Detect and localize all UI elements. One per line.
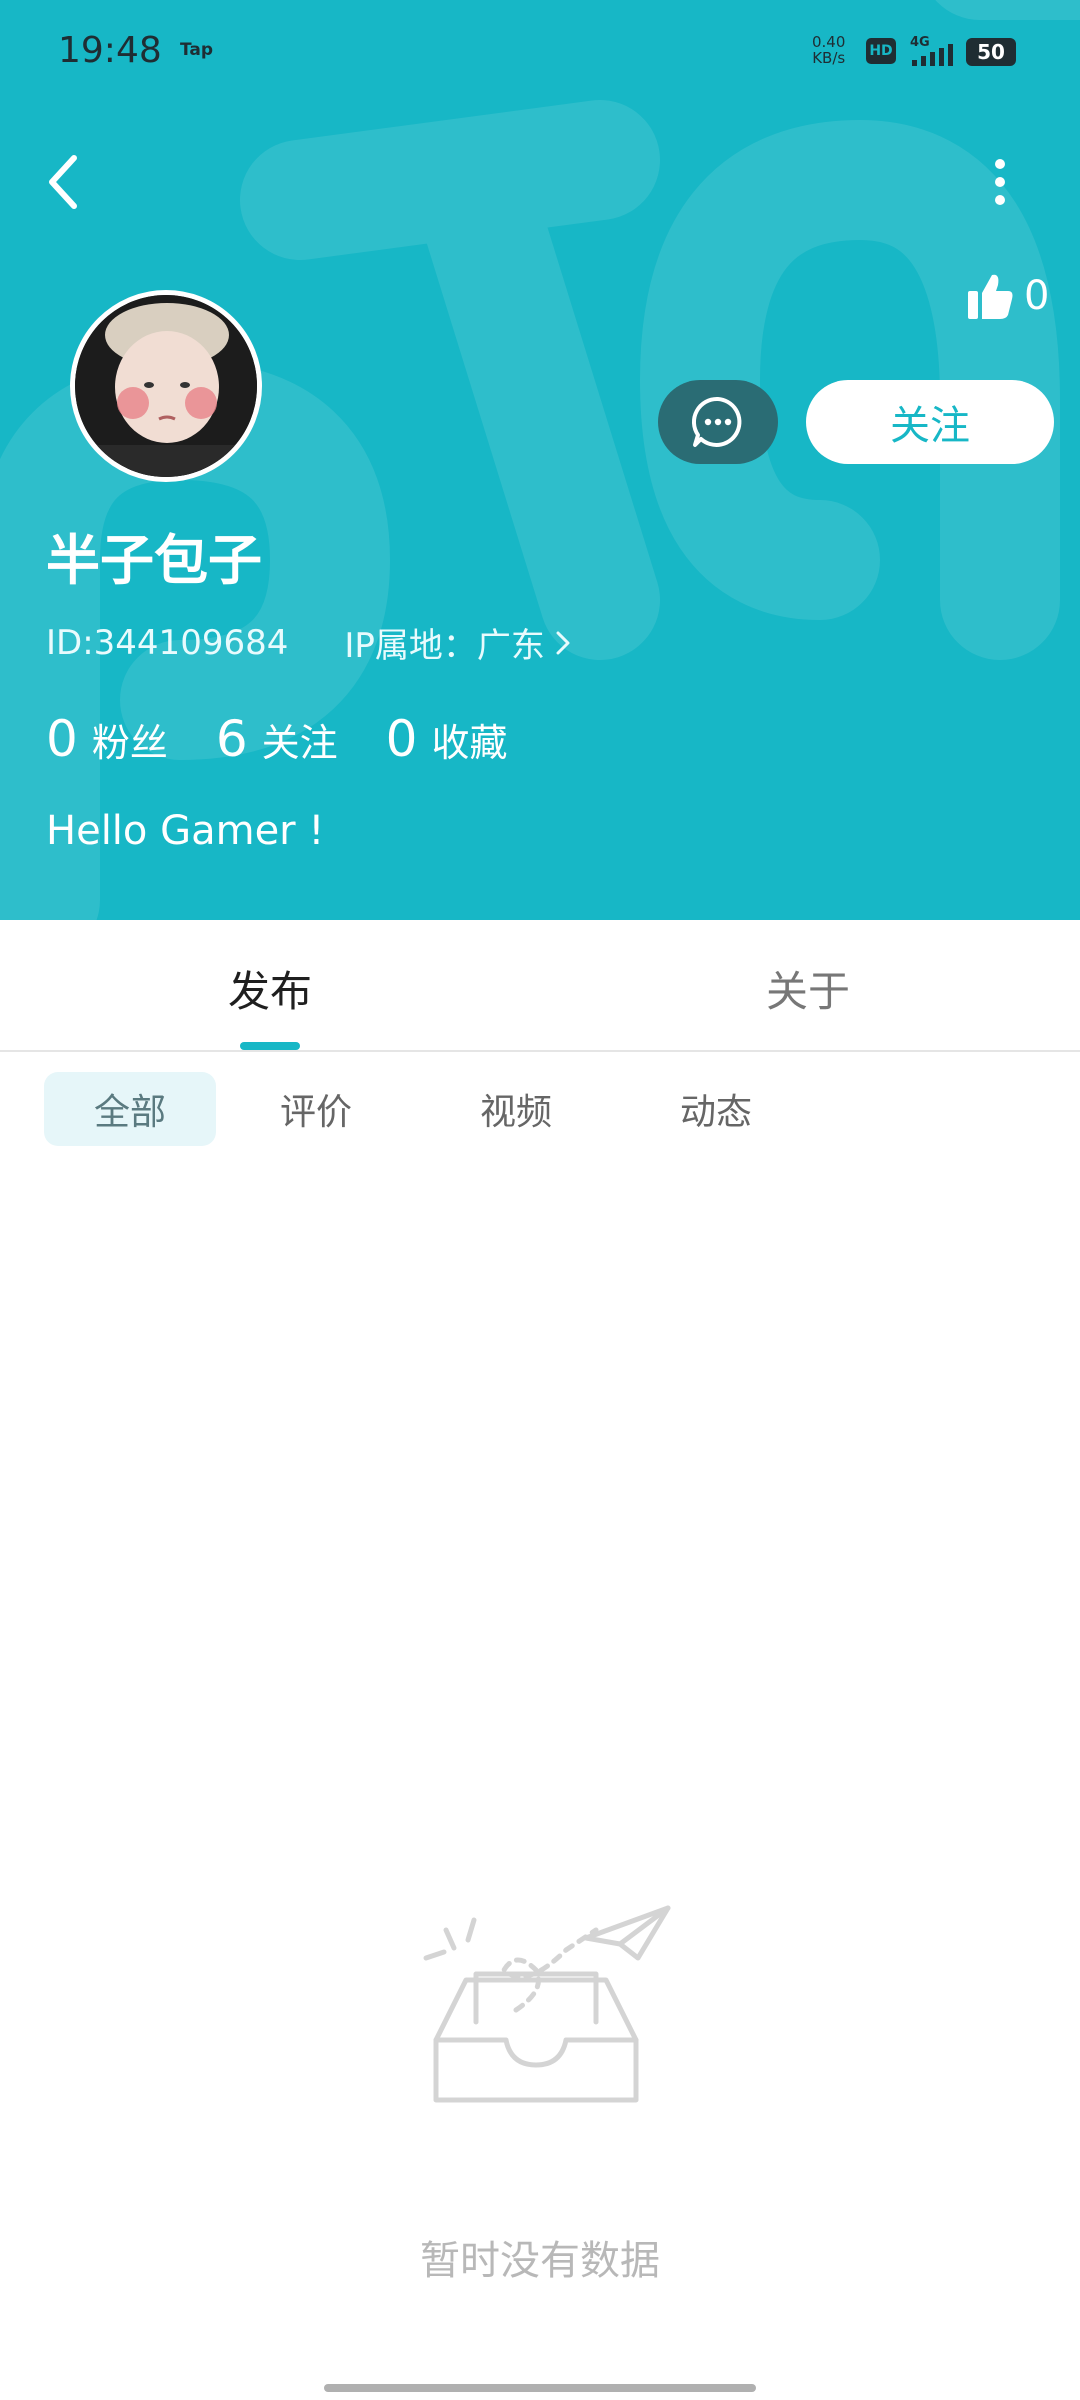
status-bar: 19:48 Tap 0.40 KB/s HD 4G 50 [0,0,1080,100]
thumbs-up-icon [968,274,1013,319]
stats-row: 0 粉丝 6 关注 0 收藏 [46,710,555,768]
empty-inbox-icon [423,1905,671,2103]
message-button[interactable] [658,380,778,464]
username: 半子包子 [46,529,262,592]
stat-label: 关注 [261,721,338,765]
stat-number: 0 [385,710,418,768]
stat-fans[interactable]: 0 粉丝 [46,710,168,768]
status-time: 19:48 [58,30,162,71]
tab-publish[interactable]: 发布 [228,958,312,1019]
network-type: 4G [910,35,930,50]
profile-header: 19:48 Tap 0.40 KB/s HD 4G 50 0 关注 半子包子 I… [0,0,1080,920]
chip-all[interactable]: 全部 [44,1072,216,1146]
like-counter[interactable]: 0 [966,266,1049,326]
tab-about[interactable]: 关于 [766,958,850,1019]
back-arrow-icon[interactable] [40,150,90,214]
more-options-icon[interactable] [980,150,1020,214]
active-tab-indicator [240,1042,300,1050]
user-id: ID:344109684 [46,622,289,663]
ip-location: IP属地：广东 [344,626,545,666]
user-bio: Hello Gamer ! [46,808,325,854]
stat-label: 粉丝 [91,721,168,765]
profile-tabs: 发布 关于 [0,920,1080,1052]
follow-button[interactable]: 关注 [806,380,1054,464]
chevron-right-icon [556,631,570,654]
hd-icon: HD [866,38,896,64]
chip-review[interactable]: 评价 [216,1072,416,1146]
user-meta: ID:344109684 IP属地：广东 [46,618,571,667]
empty-state-text: 暂时没有数据 [420,2238,660,2284]
network-speed-unit: KB/s [812,49,846,67]
avatar[interactable] [70,290,262,482]
ip-location-link[interactable]: IP属地：广东 [344,618,571,667]
filter-chips: 全部 评价 视频 动态 [44,1072,816,1146]
stat-favorites[interactable]: 0 收藏 [386,710,508,768]
stat-number: 6 [215,710,248,768]
avatar-image [75,295,257,477]
home-indicator[interactable] [324,2384,756,2392]
chat-bubble-icon [692,396,742,447]
stat-following[interactable]: 6 关注 [216,710,338,768]
signal-icon: 4G [910,35,953,66]
battery-icon: 50 [966,38,1016,66]
stat-number: 0 [46,710,78,768]
chip-dynamic[interactable]: 动态 [616,1072,816,1146]
tap-app-badge: Tap [180,40,214,60]
network-speed: 0.40 KB/s [812,34,845,66]
stat-label: 收藏 [431,721,508,765]
like-count: 0 [1024,273,1050,319]
network-speed-value: 0.40 [812,33,846,51]
chip-video[interactable]: 视频 [416,1072,616,1146]
